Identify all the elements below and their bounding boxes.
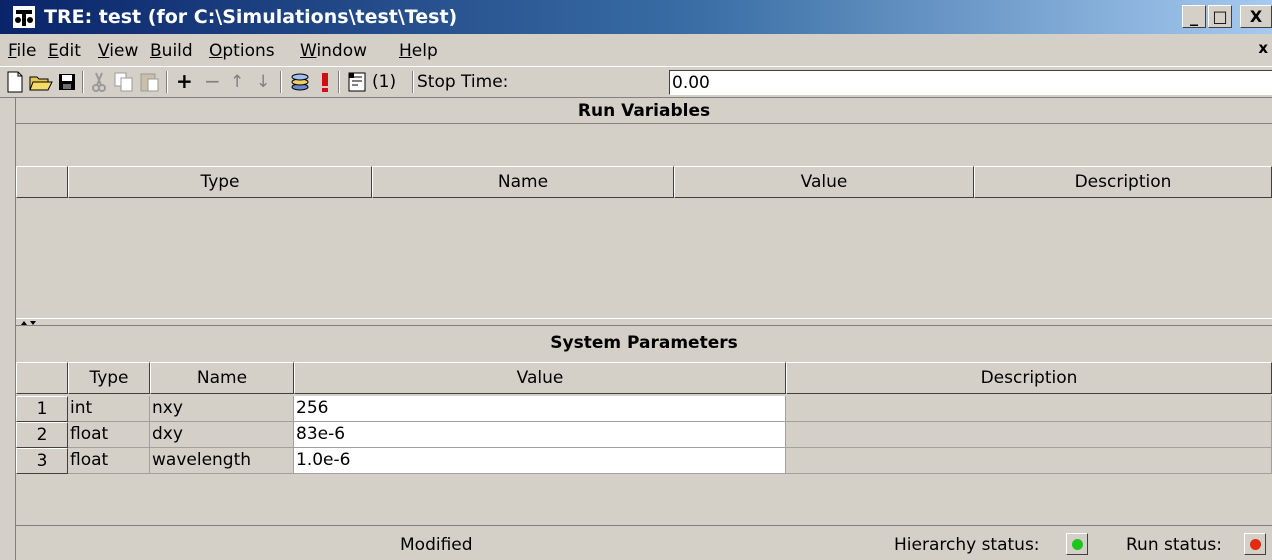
hierarchy-status-indicator [1066, 533, 1088, 555]
row-number[interactable]: 3 [16, 448, 68, 474]
mdi-close-button[interactable]: x [1258, 39, 1268, 57]
app-icon [13, 6, 35, 28]
param-value-cell[interactable]: 1.0e-6 [294, 448, 786, 474]
system-parameters-empty-area [16, 474, 1272, 526]
menu-edit[interactable]: Edit [48, 41, 81, 61]
paste-icon[interactable] [138, 69, 162, 95]
window-title: TRE: test (for C:\Simulations\test\Test) [44, 6, 458, 28]
param-description-cell[interactable] [786, 448, 1272, 474]
param-name-cell[interactable]: wavelength [150, 448, 294, 474]
param-value-cell[interactable]: 256 [294, 396, 786, 422]
param-description-cell[interactable] [786, 396, 1272, 422]
new-file-icon[interactable] [4, 69, 26, 95]
run-variables-col-description[interactable]: Description [974, 166, 1272, 198]
open-folder-icon[interactable] [28, 69, 54, 95]
menu-bar: File Edit View Build Options Window Help… [0, 36, 1272, 66]
param-name-cell[interactable]: dxy [150, 422, 294, 448]
toolbar: + − ↑ ↓ (1) Stop Time: [0, 66, 1272, 98]
row-number[interactable]: 2 [16, 422, 68, 448]
frame-border [0, 98, 16, 560]
splitter-arrows-icon[interactable] [20, 319, 38, 327]
run-variables-col-type[interactable]: Type [68, 166, 372, 198]
run-variables-title: Run Variables [16, 98, 1272, 124]
param-name-cell[interactable]: nxy [150, 396, 294, 422]
menu-window[interactable]: Window [300, 41, 367, 61]
stop-time-label: Stop Time: [417, 72, 509, 92]
close-button[interactable]: X [1240, 5, 1272, 28]
move-up-button[interactable]: ↑ [230, 72, 244, 92]
run-status-label: Run status: [1126, 535, 1222, 555]
system-parameters-col-description[interactable]: Description [786, 362, 1272, 394]
menu-build[interactable]: Build [150, 41, 193, 61]
menu-options[interactable]: Options [209, 41, 275, 61]
copy-icon[interactable] [112, 69, 136, 95]
add-button[interactable]: + [176, 69, 193, 93]
system-parameters-title: System Parameters [550, 333, 738, 353]
menu-file[interactable]: File [8, 41, 36, 61]
param-value-cell[interactable]: 83e-6 [294, 422, 786, 448]
row-number[interactable]: 1 [16, 396, 68, 422]
run-list-icon[interactable] [346, 69, 368, 95]
param-type-cell[interactable]: float [68, 448, 150, 474]
menu-view[interactable]: View [98, 41, 138, 61]
cut-icon[interactable] [88, 69, 110, 95]
run-variables-col-value[interactable]: Value [674, 166, 974, 198]
system-parameters-col-type[interactable]: Type [68, 362, 150, 394]
move-down-button[interactable]: ↓ [256, 72, 270, 92]
maximize-button[interactable]: □ [1208, 5, 1232, 28]
title-bar: TRE: test (for C:\Simulations\test\Test)… [0, 0, 1272, 34]
modified-status: Modified [400, 535, 473, 555]
run-variables-col-name[interactable]: Name [372, 166, 674, 198]
run-status-indicator [1244, 533, 1266, 555]
param-type-cell[interactable]: int [68, 396, 150, 422]
run-count: (1) [372, 72, 397, 92]
stop-time-input[interactable] [669, 70, 1272, 95]
panel-splitter[interactable] [16, 318, 1272, 326]
alert-icon[interactable] [316, 69, 334, 95]
system-parameters-corner [16, 362, 68, 394]
system-parameters-col-name[interactable]: Name [150, 362, 294, 394]
remove-button[interactable]: − [204, 69, 221, 93]
status-bar: Modified Hierarchy status: Run status: [16, 530, 1272, 560]
minimize-button[interactable]: _ [1182, 5, 1206, 28]
system-parameters-col-value[interactable]: Value [294, 362, 786, 394]
run-variables-corner [16, 166, 68, 198]
build-stack-icon[interactable] [288, 69, 312, 95]
param-type-cell[interactable]: float [68, 422, 150, 448]
run-variables-grid [16, 198, 1272, 318]
menu-help[interactable]: Help [399, 41, 438, 61]
save-icon[interactable] [56, 69, 78, 95]
hierarchy-status-label: Hierarchy status: [894, 535, 1040, 555]
param-description-cell[interactable] [786, 422, 1272, 448]
